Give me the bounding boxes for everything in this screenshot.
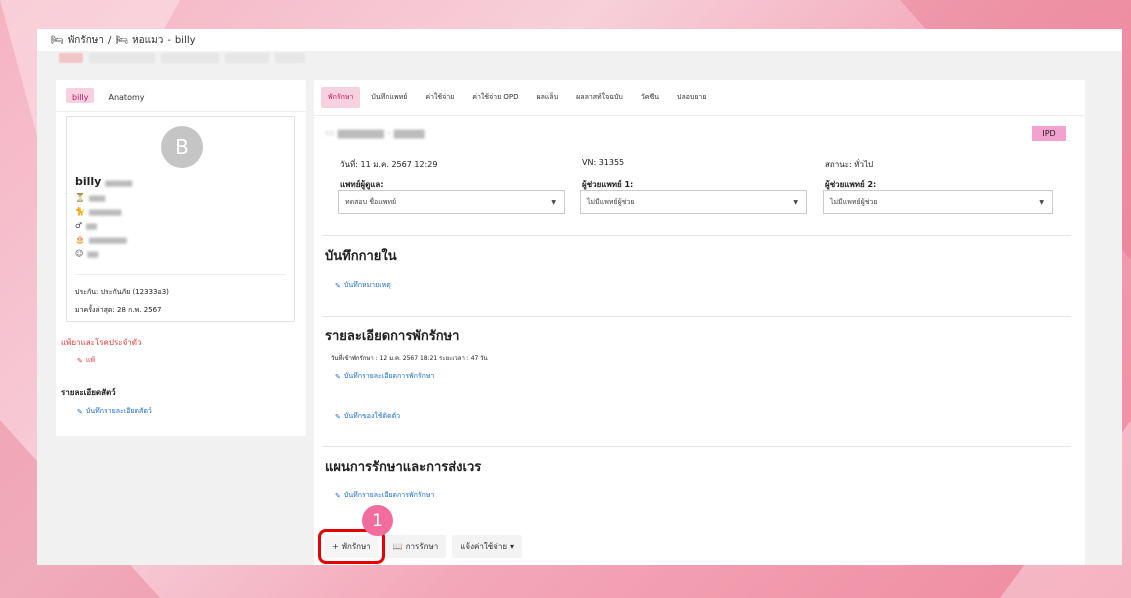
last-visit-text: มาครั้งล่าสุด: 28 ก.พ. 2567 bbox=[75, 306, 162, 314]
book-icon: 📖 bbox=[392, 542, 403, 551]
pencil-icon: ✎ bbox=[77, 407, 83, 416]
ipd-badge: IPD bbox=[1032, 126, 1066, 141]
plan-detail-link[interactable]: ✎ บันทึกรายละเอียดการพักรักษา bbox=[335, 490, 434, 501]
male-icon: ♂ bbox=[75, 221, 83, 230]
sex-line: ♂ ▆▆ bbox=[75, 221, 97, 230]
toolbar-button[interactable] bbox=[225, 53, 269, 63]
add-stay-button[interactable]: + พักรักษา bbox=[318, 529, 385, 564]
caret-down-icon: ▾ bbox=[510, 542, 515, 551]
app-window: 🛏 พักรักษา / 🛏 หอแมว - billy billy Anato… bbox=[37, 29, 1122, 565]
pencil-icon: ✎ bbox=[335, 281, 341, 290]
main-tabs: พักรักษา บันทึกแพทย์ ค่าใช้จ่าย ค่าใช้จ่… bbox=[314, 80, 1085, 116]
age-line: 🎂 ▆▆▆▆▆▆▆ bbox=[75, 235, 127, 244]
toolbar-button[interactable] bbox=[59, 53, 83, 63]
patient-card: billy Anatomy B billy ▆▆▆▆▆ ⏳ ▆▆▆ 🐈 ▆▆▆▆▆▆… bbox=[56, 80, 306, 436]
patient-name: billy ▆▆▆▆▆ bbox=[75, 175, 133, 188]
date-text: วันที่: 11 ม.ค. 2567 12:29 bbox=[340, 160, 438, 169]
tab-doctor-note[interactable]: บันทึกแพทย์ bbox=[364, 87, 414, 108]
toolbar-button[interactable] bbox=[89, 53, 155, 63]
step-number-badge: 1 bbox=[362, 505, 393, 536]
avatar: B bbox=[161, 126, 203, 168]
species-line: ⏳ ▆▆▆ bbox=[75, 193, 106, 202]
divider bbox=[322, 316, 1071, 317]
animal-detail-link[interactable]: ✎ บันทึกรายละเอียดสัตว์ bbox=[77, 406, 152, 417]
mood-line: ☺ ▆▆ bbox=[75, 249, 99, 258]
bottom-action-bar: + พักรักษา 📖 การรักษา แจ้งค่าใช้จ่าย ▾ bbox=[318, 529, 523, 564]
divider bbox=[75, 274, 286, 275]
tab-cost-opd[interactable]: ค่าใช้จ่าย OPD bbox=[465, 87, 525, 108]
assistant2-select[interactable]: ไม่มีแพทย์ผู้ช่วย ▼ bbox=[823, 190, 1053, 214]
caret-down-icon: ▼ bbox=[551, 199, 556, 206]
hourglass-icon: ⏳ bbox=[75, 193, 85, 202]
pencil-icon: ✎ bbox=[335, 372, 341, 381]
patient-profile: B billy ▆▆▆▆▆ ⏳ ▆▆▆ 🐈 ▆▆▆▆▆▆ ♂ ▆▆ 🎂 ▆▆▆▆▆▆▆ … bbox=[66, 116, 295, 322]
divider bbox=[322, 235, 1071, 236]
breed-line: 🐈 ▆▆▆▆▆▆ bbox=[75, 207, 122, 216]
internal-note-link[interactable]: ✎ บันทึกหมายเหตุ bbox=[335, 280, 391, 291]
tab-result[interactable]: ผลลาสท์ใจฉบับ bbox=[569, 87, 630, 108]
stay-title-blurred: ▭ ▆▆▆▆▆▆ - ▆▆▆▆ bbox=[325, 128, 425, 139]
caret-down-icon: ▼ bbox=[793, 199, 798, 206]
vn-text: VN: 31355 bbox=[582, 158, 625, 167]
tab-vaccine[interactable]: วัคซีน bbox=[634, 87, 666, 108]
treatment-button[interactable]: 📖 การรักษา bbox=[384, 535, 447, 558]
allergy-link[interactable]: ✎ แพ้ bbox=[77, 355, 95, 366]
pencil-icon: ✎ bbox=[335, 491, 341, 500]
blurred-id: ▆▆▆▆▆ bbox=[105, 179, 133, 187]
patient-tabs: billy Anatomy bbox=[56, 80, 306, 112]
cat-icon: 🐈 bbox=[75, 207, 85, 216]
pencil-icon: ✎ bbox=[77, 356, 83, 365]
tab-stay[interactable]: พักรักษา bbox=[321, 87, 361, 108]
status-text: สถานะ: ทั่วไป bbox=[825, 160, 874, 169]
tab-anatomy[interactable]: Anatomy bbox=[102, 88, 150, 103]
stay-detail-link[interactable]: ✎ บันทึกรายละเอียดการพักรักษา bbox=[335, 371, 434, 382]
cost-button[interactable]: แจ้งค่าใช้จ่าย ▾ bbox=[452, 535, 523, 558]
divider bbox=[322, 446, 1071, 447]
smile-icon: ☺ bbox=[75, 249, 84, 258]
assistant1-select[interactable]: ไม่มีแพทย์ผู้ช่วย ▼ bbox=[580, 190, 807, 214]
section-internal-header: บันทึกกายใน bbox=[325, 249, 397, 264]
pencil-icon: ✎ bbox=[335, 412, 341, 421]
allergy-header: แพ้ยาและโรคประจำตัว bbox=[61, 338, 142, 347]
section-plan-header: แผนการรักษาและการส่งเวร bbox=[325, 460, 482, 475]
insurance-text: ประกัน: ประกันภัย (12333อ3) bbox=[75, 288, 169, 296]
section-detail-header: รายละเอียดการพักรักษา bbox=[325, 329, 460, 344]
cake-icon: 🎂 bbox=[75, 235, 85, 244]
tab-other[interactable]: ปลอบยาย bbox=[670, 87, 714, 108]
tab-lab[interactable]: ผลแล็บ bbox=[530, 87, 566, 108]
toolbar-button[interactable] bbox=[161, 53, 219, 63]
toolbar-button[interactable] bbox=[275, 53, 305, 63]
stay-card: พักรักษา บันทึกแพทย์ ค่าใช้จ่าย ค่าใช้จ่… bbox=[314, 80, 1085, 565]
plus-icon: + bbox=[332, 542, 339, 551]
doctor-select[interactable]: ทดสอบ ชื่อแพทย์ ▼ bbox=[338, 190, 565, 214]
animal-detail-header: รายละเอียดสัตว์ bbox=[61, 388, 116, 397]
tab-billy[interactable]: billy bbox=[66, 88, 95, 103]
caret-down-icon: ▼ bbox=[1039, 199, 1044, 206]
action-toolbar bbox=[37, 43, 1122, 63]
tab-cost[interactable]: ค่าใช้จ่าย bbox=[418, 87, 461, 108]
admit-info: วันที่เข้าพักรักษา : 12 ม.ค. 2567 18:21 … bbox=[331, 355, 488, 362]
belongings-link[interactable]: ✎ บันทึกของใช้ติดตัว bbox=[335, 411, 400, 422]
